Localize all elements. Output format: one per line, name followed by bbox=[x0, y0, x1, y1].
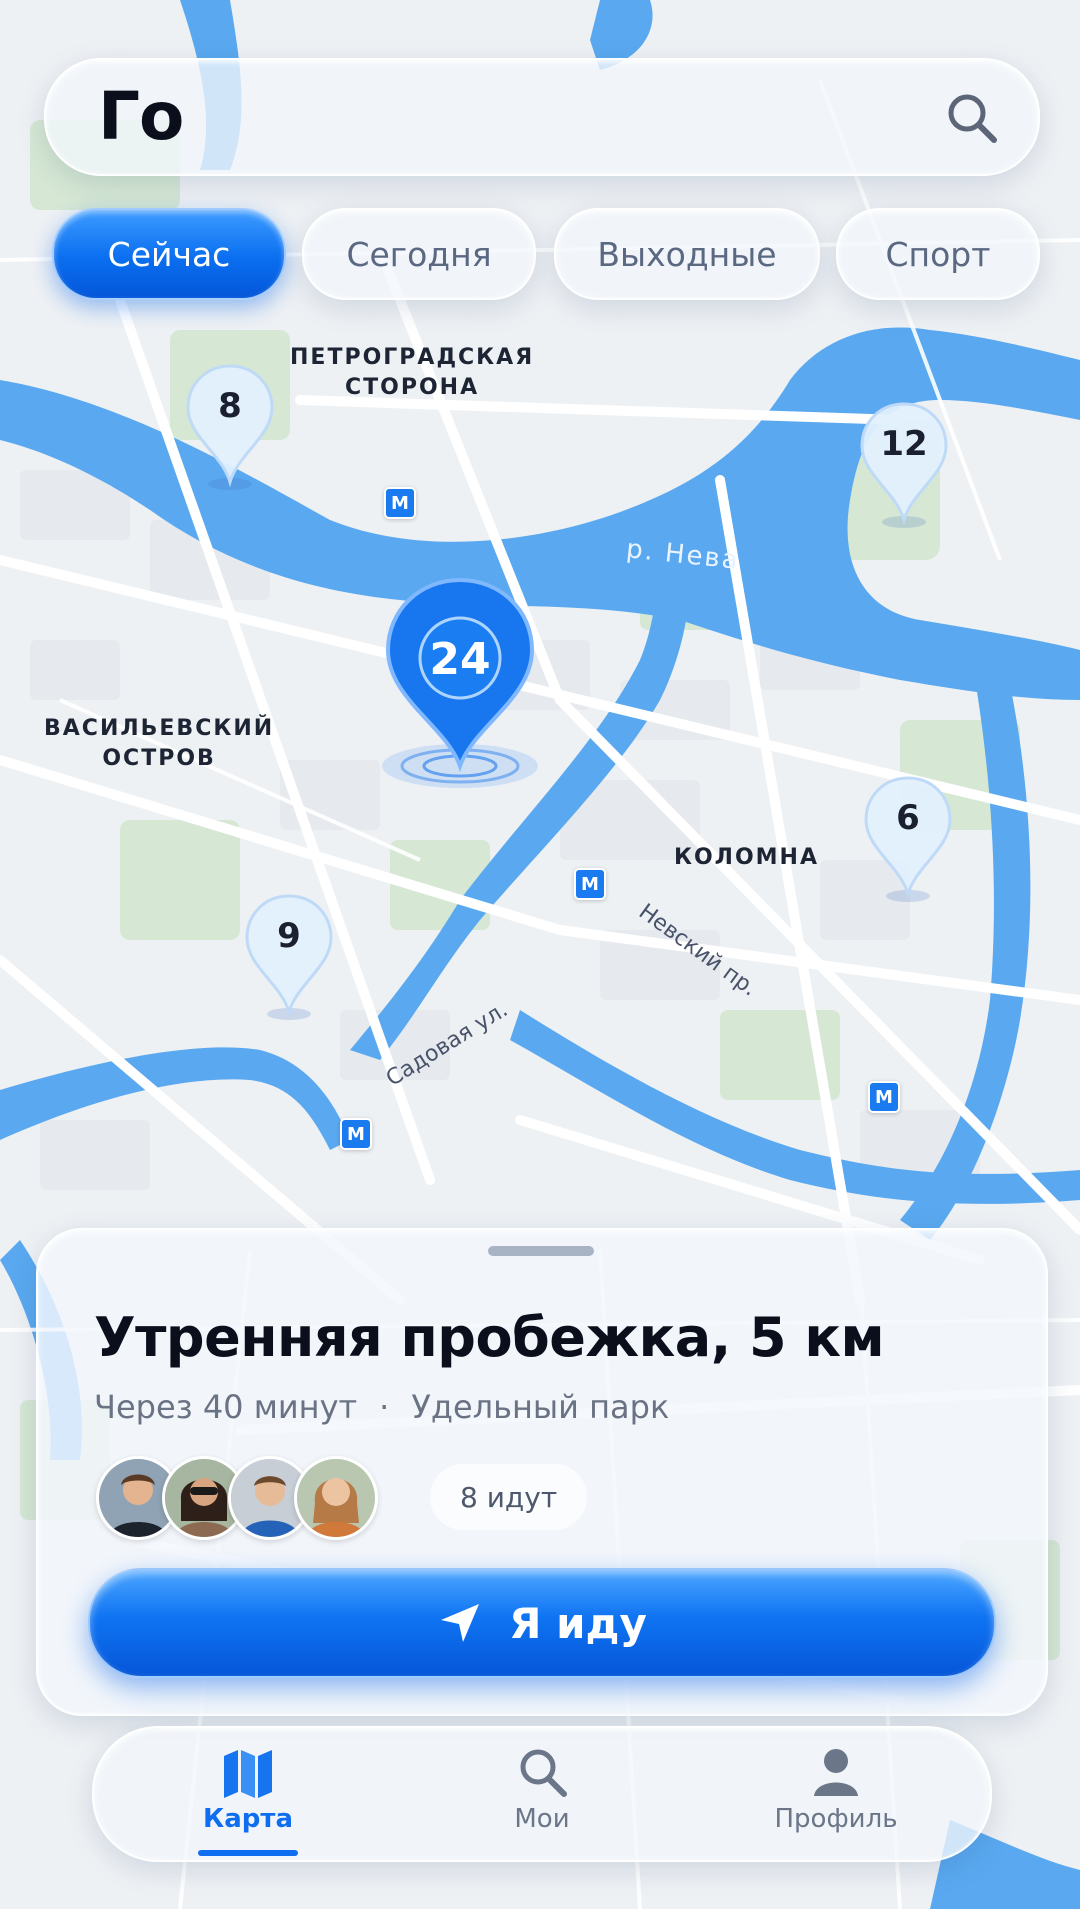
district-label-petrogradskaya: ПЕТРОГРАДСКАЯ СТОРОНА bbox=[290, 345, 535, 400]
filter-chip-sport[interactable]: Спорт bbox=[836, 208, 1040, 300]
tab-label: Карта bbox=[202, 1804, 294, 1834]
pin-count: 8 bbox=[218, 386, 242, 426]
metro-icon[interactable]: М bbox=[340, 1118, 372, 1150]
app-title: Го bbox=[98, 78, 184, 155]
pin-count: 6 bbox=[896, 798, 920, 838]
map-pin-8[interactable]: 8 bbox=[182, 362, 278, 492]
tab-mine[interactable]: Мои bbox=[442, 1744, 642, 1848]
location-pin-icon bbox=[186, 364, 274, 490]
join-button-label: Я иду bbox=[509, 1598, 647, 1648]
map-pin-9[interactable]: 9 bbox=[241, 892, 337, 1022]
meta-separator: · bbox=[379, 1388, 390, 1426]
search-icon bbox=[520, 1749, 567, 1797]
event-meta: Через 40 минут · Удельный парк bbox=[94, 1388, 669, 1426]
event-title: Утренняя пробежка, 5 км bbox=[94, 1306, 885, 1369]
metro-icon[interactable]: М bbox=[868, 1081, 900, 1113]
pin-count: 24 bbox=[429, 634, 491, 685]
event-card[interactable]: Утренняя пробежка, 5 км Через 40 минут · У… bbox=[36, 1228, 1048, 1716]
filter-chip-today[interactable]: Сегодня bbox=[302, 208, 536, 300]
event-time: Через 40 минут bbox=[94, 1388, 358, 1426]
tab-label: Мои bbox=[514, 1804, 570, 1834]
bottom-tab-bar: Карта Мои Профиль bbox=[92, 1726, 992, 1862]
location-pin-icon bbox=[864, 776, 952, 902]
map-pin-6[interactable]: 6 bbox=[860, 774, 956, 904]
pin-count: 12 bbox=[880, 424, 928, 464]
drag-handle[interactable] bbox=[488, 1246, 594, 1256]
metro-icon[interactable]: М bbox=[574, 868, 606, 900]
join-event-button[interactable]: Я иду bbox=[88, 1568, 996, 1678]
map-icon bbox=[224, 1750, 272, 1798]
metro-icon[interactable]: М bbox=[384, 487, 416, 519]
navigation-arrow-icon bbox=[441, 1604, 480, 1642]
filter-chip-weekend[interactable]: Выходные bbox=[554, 208, 820, 300]
search-icon bbox=[948, 94, 997, 143]
active-tab-indicator bbox=[198, 1850, 298, 1856]
map-pin-24[interactable]: 24 bbox=[360, 576, 560, 796]
search-button[interactable] bbox=[944, 90, 1000, 146]
district-label-vasilievsky: ВАСИЛЬЕВСКИЙ ОСТРОВ bbox=[44, 716, 275, 771]
event-place: Удельный парк bbox=[411, 1388, 670, 1426]
district-label-kolomna: КОЛОМНА bbox=[674, 845, 819, 870]
location-pin-icon bbox=[860, 402, 948, 528]
tab-profile[interactable]: Профиль bbox=[736, 1744, 936, 1848]
tab-map[interactable]: Карта bbox=[148, 1744, 348, 1848]
person-icon bbox=[814, 1749, 858, 1796]
top-bar: Го bbox=[44, 58, 1040, 176]
filter-chip-now[interactable]: Сейчас bbox=[52, 208, 286, 300]
person-avatar-icon bbox=[297, 1459, 375, 1537]
tab-label: Профиль bbox=[774, 1804, 898, 1834]
location-pin-icon bbox=[382, 577, 538, 788]
attendees-count[interactable]: 8 идут bbox=[430, 1464, 588, 1530]
map-pin-12[interactable]: 12 bbox=[856, 400, 952, 530]
avatar[interactable] bbox=[294, 1456, 378, 1540]
pin-count: 9 bbox=[277, 916, 301, 956]
location-pin-icon bbox=[245, 894, 333, 1020]
